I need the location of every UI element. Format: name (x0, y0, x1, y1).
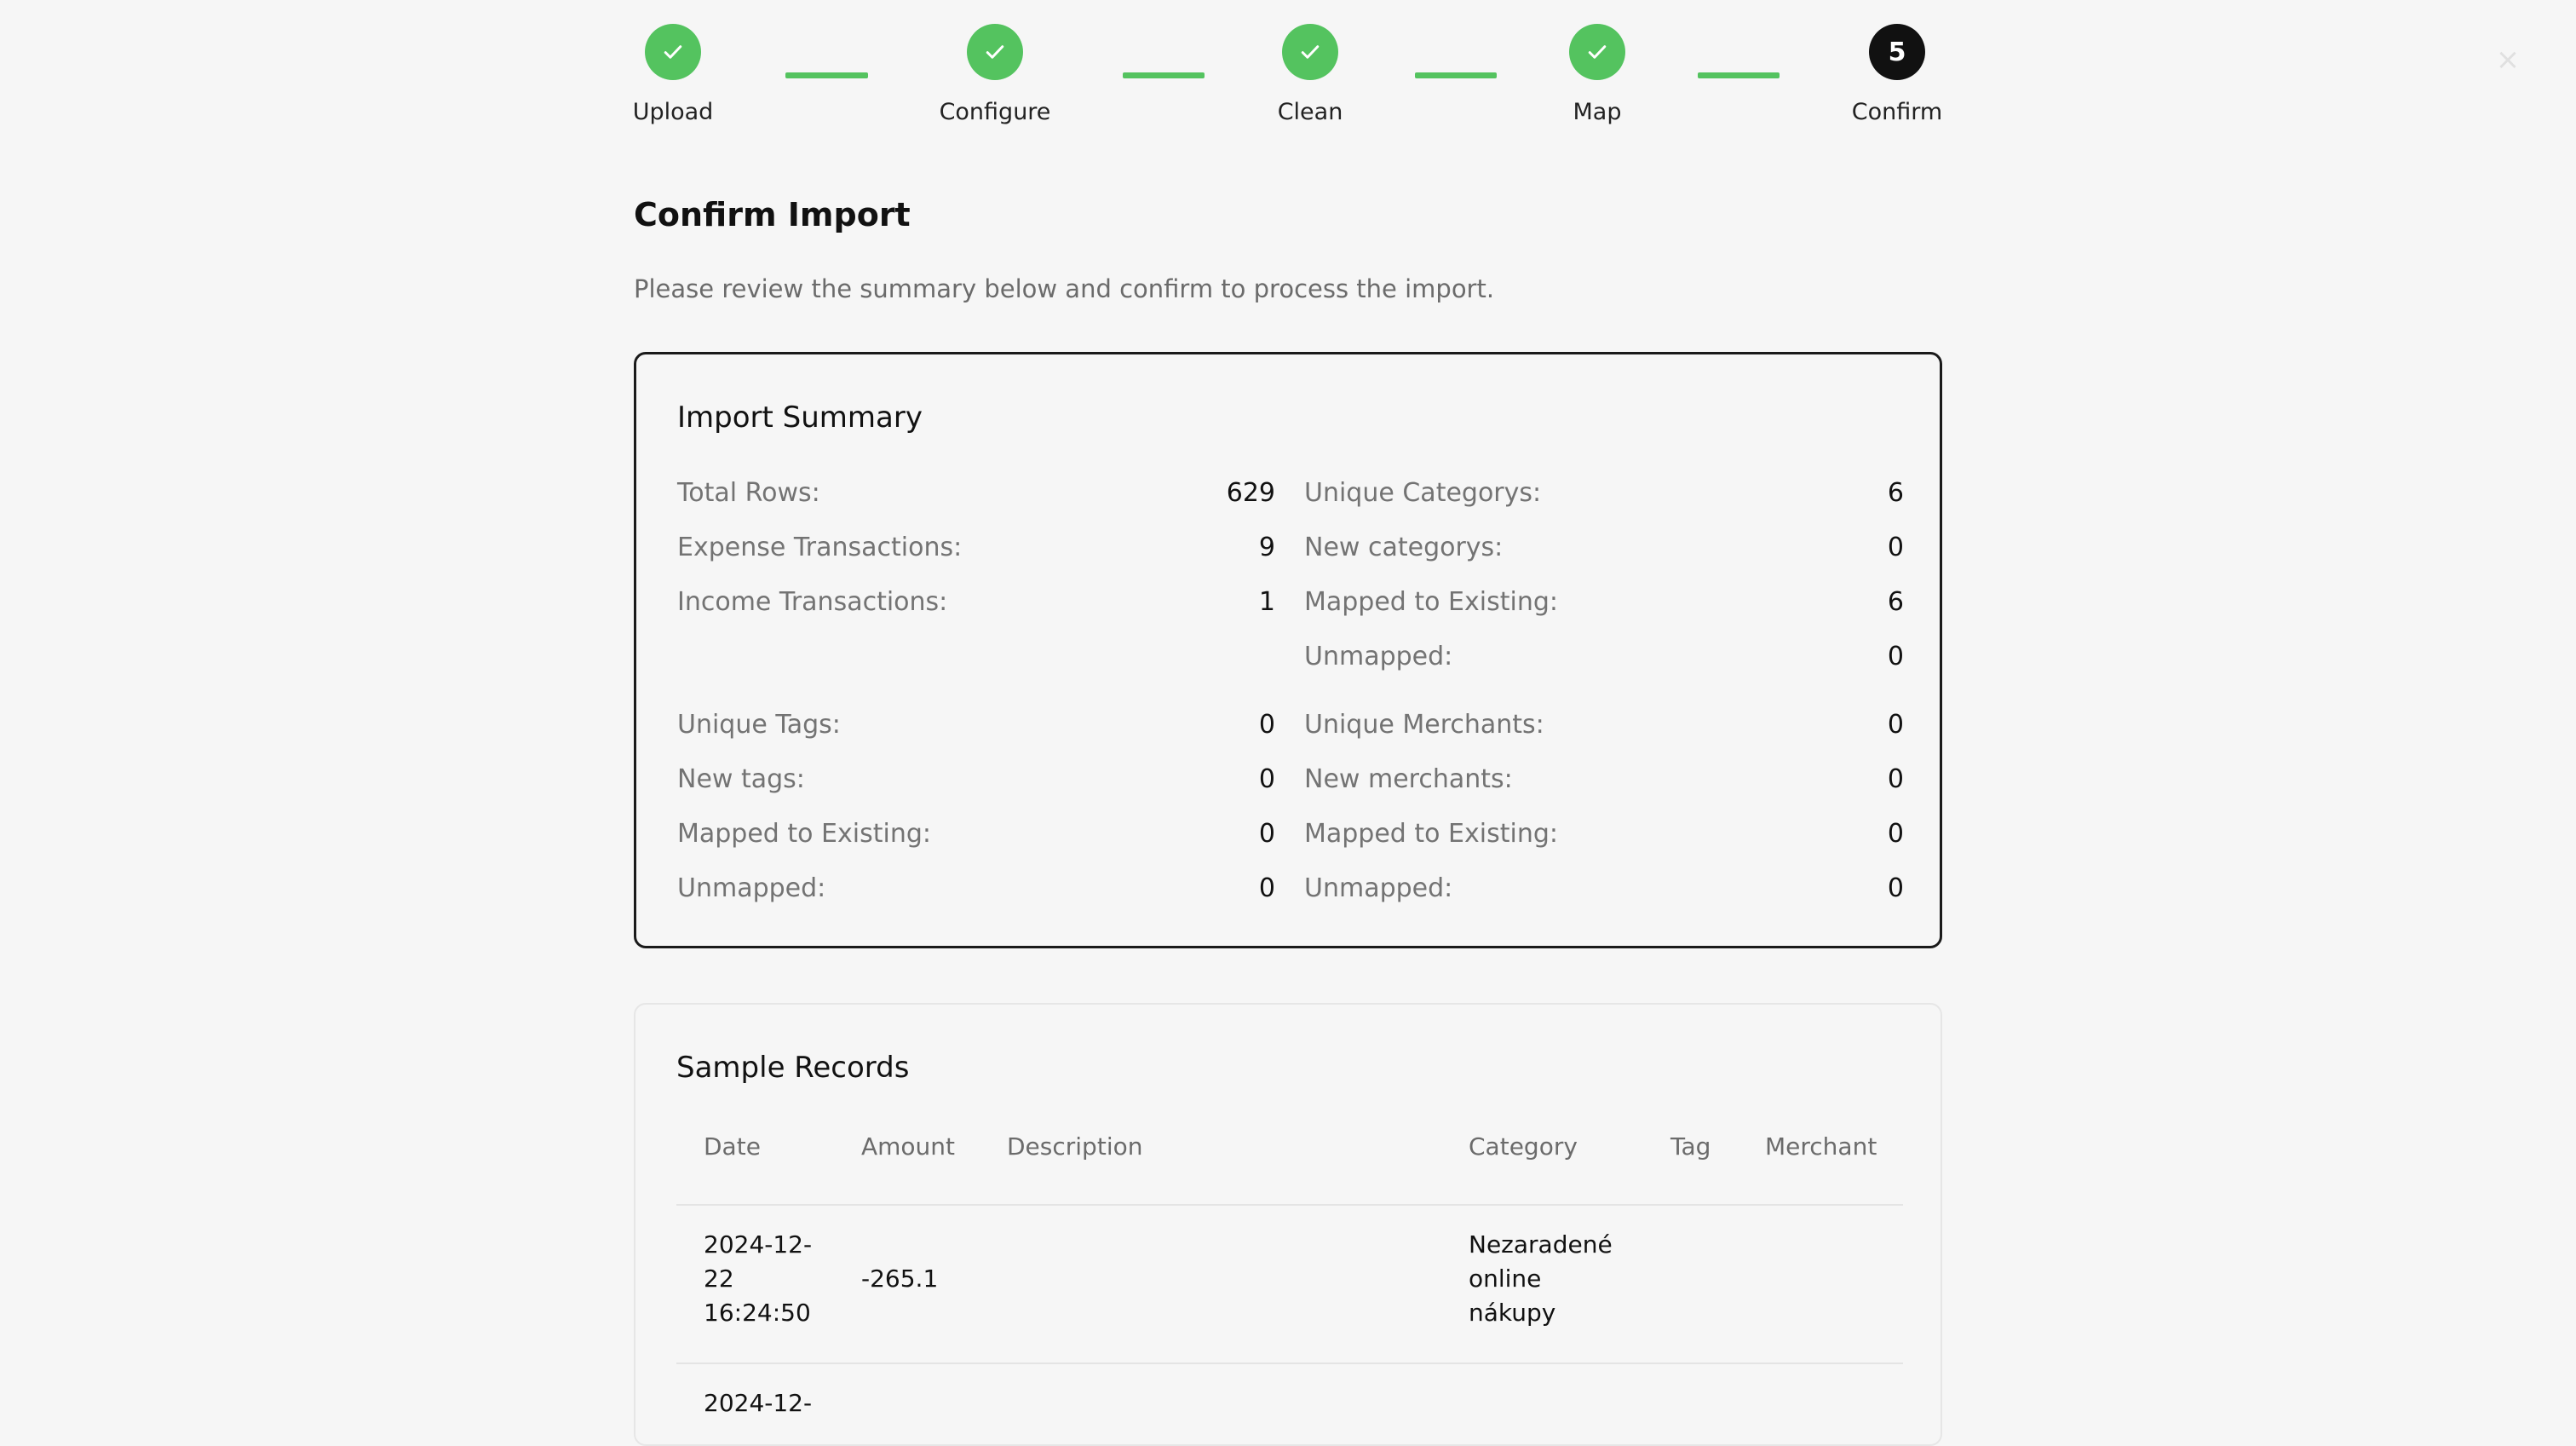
step-connector-2 (1123, 72, 1205, 78)
summary-value: 6 (1887, 586, 1904, 617)
summary-row-unique-categories: Unique Categorys: 6 (1304, 475, 1904, 510)
column-header-merchant[interactable]: Merchant (1765, 1132, 1877, 1161)
summary-row-categories-mapped: Mapped to Existing: 6 (1304, 585, 1904, 619)
cell-category-line: nákupy (1469, 1299, 1556, 1327)
cell-amount: -265.1 (861, 1265, 939, 1293)
step-label: Upload (632, 99, 714, 125)
cell-date-line: 16:24:50 (704, 1299, 811, 1327)
summary-label: Unique Tags: (677, 709, 841, 740)
step-upload[interactable]: Upload (579, 24, 767, 125)
summary-value: 0 (1887, 532, 1904, 562)
step-label: Confirm (1851, 99, 1943, 125)
check-icon (645, 24, 701, 80)
cell-date-line: 2024-12- (704, 1389, 813, 1417)
summary-row-unique-merchants: Unique Merchants: 0 (1304, 707, 1904, 741)
step-clean[interactable]: Clean (1216, 24, 1404, 125)
summary-label: Mapped to Existing: (677, 818, 931, 849)
summary-value: 1 (1258, 586, 1275, 617)
table-header-divider (676, 1204, 1903, 1206)
step-connector-1 (785, 72, 868, 78)
summary-value: 6 (1887, 477, 1904, 508)
check-icon (967, 24, 1023, 80)
summary-row-merchants-mapped: Mapped to Existing: 0 (1304, 816, 1904, 850)
sample-records-card: Sample Records Date Amount Description C… (634, 1003, 1942, 1446)
cell-date: 2024-12- (704, 1386, 812, 1420)
summary-label: Unique Categorys: (1304, 477, 1542, 508)
summary-row-unique-tags: Unique Tags: 0 (677, 707, 1275, 741)
summary-label: Unique Merchants: (1304, 709, 1544, 740)
summary-row-new-tags: New tags: 0 (677, 762, 1275, 796)
column-header-amount[interactable]: Amount (861, 1132, 955, 1161)
summary-value: 0 (1258, 763, 1275, 794)
step-connector-4 (1698, 72, 1780, 78)
check-icon (1569, 24, 1625, 80)
summary-label: Mapped to Existing: (1304, 818, 1558, 849)
summary-value: 9 (1258, 532, 1275, 562)
summary-value: 629 (1226, 477, 1275, 508)
import-summary-card: Import Summary Total Rows: 629 Expense T… (634, 352, 1942, 948)
step-label: Clean (1277, 99, 1343, 125)
summary-value: 0 (1887, 709, 1904, 740)
summary-row-tags-unmapped: Unmapped: 0 (677, 871, 1275, 905)
summary-row-income-transactions: Income Transactions: 1 (677, 585, 1275, 619)
step-map[interactable]: Map (1504, 24, 1691, 125)
summary-value: 0 (1887, 641, 1904, 671)
summary-label: Unmapped: (1304, 641, 1453, 671)
cell-date-line: 22 (704, 1265, 734, 1293)
cell-category: Nezaradené online nákupy (1469, 1228, 1613, 1330)
cell-date: 2024-12- 22 16:24:50 (704, 1228, 812, 1330)
summary-row-total-rows: Total Rows: 629 (677, 475, 1275, 510)
column-header-category[interactable]: Category (1469, 1132, 1578, 1161)
summary-label: New merchants: (1304, 763, 1513, 794)
summary-label: Unmapped: (677, 873, 826, 903)
step-number-badge: 5 (1869, 24, 1925, 80)
step-confirm: 5 Confirm (1803, 24, 1991, 125)
page-description: Please review the summary below and conf… (634, 274, 1495, 303)
summary-label: Income Transactions: (677, 586, 948, 617)
summary-label: Unmapped: (1304, 873, 1453, 903)
cell-date-line: 2024-12- (704, 1230, 813, 1259)
summary-row-merchants-unmapped: Unmapped: 0 (1304, 871, 1904, 905)
column-header-description[interactable]: Description (1007, 1132, 1142, 1161)
summary-label: Mapped to Existing: (1304, 586, 1558, 617)
summary-value: 0 (1258, 818, 1275, 849)
summary-title: Import Summary (677, 400, 923, 435)
summary-value: 0 (1887, 818, 1904, 849)
cell-category-line: Nezaradené (1469, 1230, 1613, 1259)
summary-value: 0 (1887, 873, 1904, 903)
summary-value: 0 (1887, 763, 1904, 794)
column-header-tag[interactable]: Tag (1670, 1132, 1711, 1161)
step-label: Configure (939, 99, 1051, 125)
summary-row-expense-transactions: Expense Transactions: 9 (677, 530, 1275, 564)
summary-label: New categorys: (1304, 532, 1504, 562)
column-header-date[interactable]: Date (704, 1132, 761, 1161)
summary-row-tags-mapped: Mapped to Existing: 0 (677, 816, 1275, 850)
summary-label: New tags: (677, 763, 805, 794)
summary-row-categories-unmapped: Unmapped: 0 (1304, 639, 1904, 673)
check-icon (1282, 24, 1338, 80)
summary-label: Total Rows: (677, 477, 820, 508)
step-configure[interactable]: Configure (901, 24, 1089, 125)
sample-records-title: Sample Records (676, 1051, 910, 1085)
page-title: Confirm Import (634, 196, 911, 233)
step-label: Map (1573, 99, 1622, 125)
cell-category-line: online (1469, 1265, 1542, 1293)
summary-value: 0 (1258, 873, 1275, 903)
table-row-divider (676, 1362, 1903, 1364)
summary-row-new-categories: New categorys: 0 (1304, 530, 1904, 564)
step-connector-3 (1415, 72, 1497, 78)
summary-value: 0 (1258, 709, 1275, 740)
summary-label: Expense Transactions: (677, 532, 963, 562)
import-stepper: Upload Configure Clean Map 5 Confirm (0, 0, 2576, 153)
summary-row-new-merchants: New merchants: 0 (1304, 762, 1904, 796)
